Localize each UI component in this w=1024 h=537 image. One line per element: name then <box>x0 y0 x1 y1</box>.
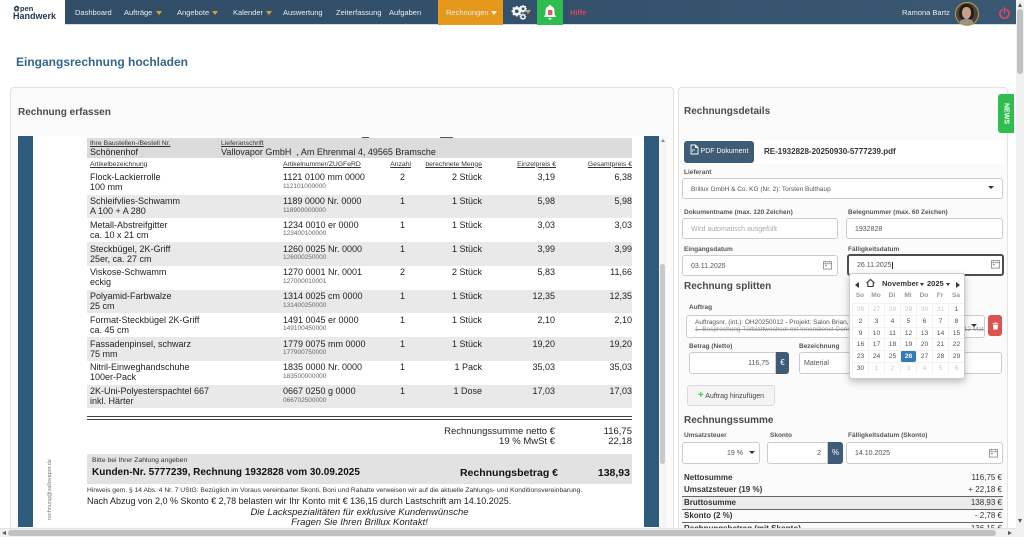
svg-text:P: P <box>692 148 695 153</box>
